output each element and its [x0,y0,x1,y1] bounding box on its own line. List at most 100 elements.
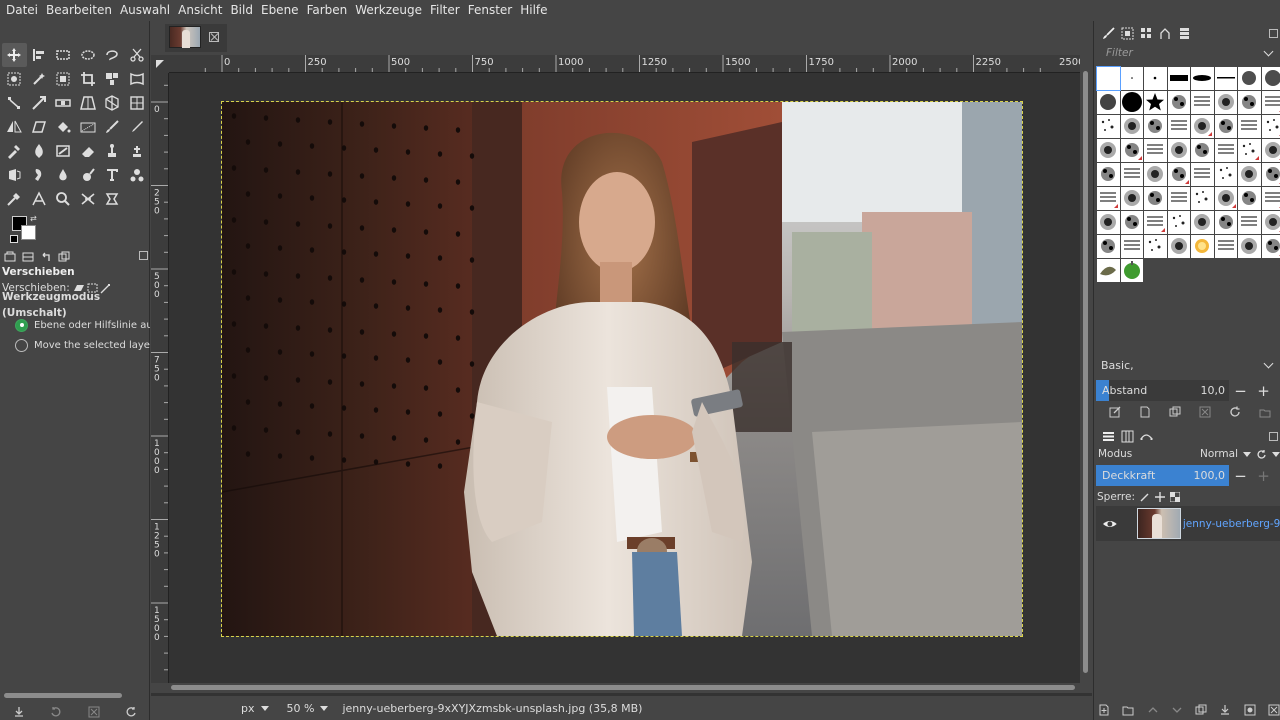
edit-brush-icon[interactable] [1109,406,1121,418]
cage-transform-icon[interactable] [125,91,150,115]
pencil-icon[interactable] [125,115,150,139]
delete-layer-icon[interactable] [1268,704,1280,716]
lock-position-icon[interactable] [1155,492,1166,502]
images-tab-icon[interactable] [58,251,70,263]
brush-item[interactable] [1144,139,1167,162]
panel-menu-icon[interactable] [1269,432,1278,441]
delete-options-icon[interactable] [88,706,100,718]
ink-icon[interactable] [27,139,52,163]
delete-brush-icon[interactable] [1199,406,1211,418]
layer-item[interactable]: jenny-ueberberg-9xXYJXzmsbk-unsplash.jpg [1096,506,1280,541]
opacity-increase-button[interactable]: + [1252,467,1275,485]
color-picker-icon[interactable] [2,187,27,211]
airbrush-icon[interactable] [2,139,27,163]
brush-item[interactable] [1144,187,1167,210]
lock-alpha-icon[interactable] [1170,492,1181,502]
brush-item[interactable] [1261,187,1280,210]
opacity-slider[interactable]: Deckkraft 100,0 [1096,465,1229,486]
fonts-tab-icon[interactable] [1140,27,1153,40]
zoom-select[interactable]: 50 % [283,698,333,718]
brush-item[interactable] [1214,115,1237,138]
text-tool-icon[interactable] [100,163,125,187]
duplicate-layer-icon[interactable] [1195,704,1207,716]
panel-menu-icon[interactable] [1269,29,1278,38]
brush-item[interactable] [1120,235,1143,258]
brush-item[interactable] [1191,139,1214,162]
brush-item[interactable] [1261,139,1280,162]
visibility-eye-icon[interactable] [1102,516,1118,532]
tool-presets-tab-icon[interactable] [1159,27,1172,40]
spacing-slider[interactable]: Abstand 10,0 [1096,380,1229,401]
menu-bearbeiten[interactable]: Bearbeiten [42,0,116,21]
rect-select-icon[interactable] [51,43,76,67]
layer-mode-select[interactable]: Normal [1200,448,1280,460]
brush-item[interactable] [1096,66,1121,91]
menu-filter[interactable]: Filter [426,0,464,21]
brush-item[interactable] [1097,211,1120,234]
vertical-ruler[interactable]: 0250500750100012501500 [151,73,169,683]
brush-item[interactable] [1214,139,1237,162]
perspective-icon[interactable] [76,91,101,115]
heal-icon[interactable] [125,139,150,163]
brush-item[interactable] [1167,91,1190,114]
brush-item[interactable] [1120,91,1143,114]
brush-item[interactable] [1144,115,1167,138]
panel-menu-icon[interactable] [139,251,148,260]
n-point-deform-icon[interactable] [100,187,125,211]
brush-item[interactable] [1097,259,1120,282]
brush-item[interactable] [1191,67,1214,90]
merge-layer-icon[interactable] [1219,704,1231,716]
spacing-increase-button[interactable]: + [1252,382,1275,400]
paint-select-icon[interactable] [76,187,101,211]
reset-colors-icon[interactable] [10,235,18,243]
menu-farben[interactable]: Farben [303,0,352,21]
align-tool-icon[interactable] [27,43,52,67]
opacity-decrease-button[interactable]: − [1229,467,1252,485]
brush-item[interactable] [1238,115,1261,138]
eraser-icon[interactable] [76,139,101,163]
brush-item[interactable] [1097,115,1120,138]
brush-item[interactable] [1097,235,1120,258]
horizontal-scrollbar[interactable] [151,683,1092,693]
lock-pixels-icon[interactable] [1140,492,1150,502]
restore-options-icon[interactable] [50,706,62,718]
brush-item[interactable] [1238,67,1261,90]
handle-transform-icon[interactable] [51,91,76,115]
menu-werkzeuge[interactable]: Werkzeuge [351,0,426,21]
menu-datei[interactable]: Datei [2,0,42,21]
brush-item[interactable] [1167,211,1190,234]
perspective-clone-icon[interactable] [2,163,27,187]
new-layer-group-icon[interactable] [1122,704,1134,716]
brush-item[interactable] [1167,115,1190,138]
menu-bild[interactable]: Bild [226,0,257,21]
channels-tab-icon[interactable] [1121,430,1134,443]
brush-item[interactable] [1191,115,1214,138]
brush-item[interactable] [1167,187,1190,210]
document-history-tab-icon[interactable] [1178,27,1191,40]
gradient-icon[interactable] [76,115,101,139]
bucket-fill-icon[interactable] [51,115,76,139]
fg-bg-color-selector[interactable]: ⇄ [10,214,40,244]
zoom-icon[interactable] [51,187,76,211]
brush-item[interactable] [1238,235,1261,258]
paths-icon[interactable] [2,91,27,115]
brush-item[interactable] [1261,115,1280,138]
brush-item[interactable] [1238,139,1261,162]
mypaint-brush-icon[interactable] [51,139,76,163]
close-tab-icon[interactable] [209,32,219,42]
new-brush-icon[interactable] [1139,406,1151,418]
transform-icon[interactable] [100,67,125,91]
brush-item[interactable] [1097,91,1120,114]
menu-auswahl[interactable]: Auswahl [116,0,174,21]
brush-item[interactable] [1261,211,1280,234]
tool-options-tab-icon[interactable] [4,251,16,263]
brush-item[interactable] [1167,235,1190,258]
image-canvas[interactable] [169,73,1081,683]
ruler-corner[interactable] [151,55,169,73]
brush-item[interactable] [1214,235,1237,258]
brush-item[interactable] [1238,163,1261,186]
brush-item[interactable] [1238,187,1261,210]
vertical-scrollbar[interactable] [1080,55,1092,683]
brush-item[interactable] [1097,139,1120,162]
crop-icon[interactable] [76,67,101,91]
